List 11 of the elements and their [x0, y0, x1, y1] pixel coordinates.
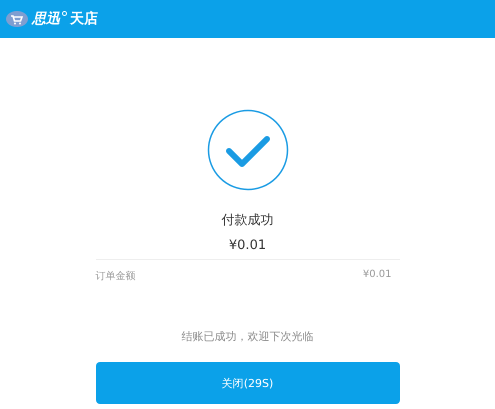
status-title: 付款成功	[222, 212, 274, 229]
close-button[interactable]: 关闭(29S)	[96, 362, 400, 404]
amount: ¥0.01	[96, 238, 400, 260]
detail-label: 订单金额	[96, 270, 136, 283]
brand-suffix: 天店	[70, 10, 98, 28]
cart-icon	[6, 11, 28, 27]
brand-name: 思迅	[32, 10, 60, 28]
detail-value: ¥0.01	[362, 269, 392, 282]
dot-icon	[62, 11, 67, 16]
checkmark-icon	[206, 109, 288, 191]
success-message: 结账已成功，欢迎下次光临	[182, 329, 314, 344]
